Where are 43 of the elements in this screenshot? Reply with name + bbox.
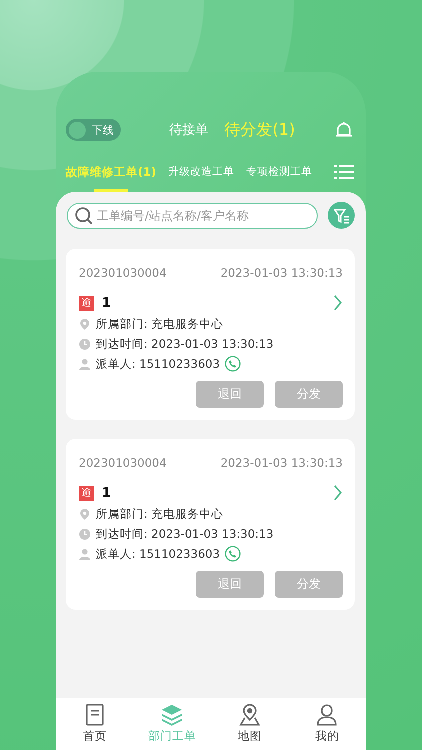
order-time: 2023-01-03 13:30:13 bbox=[220, 266, 343, 280]
arrival-time: 到达时间: 2023-01-03 13:30:13 bbox=[96, 336, 274, 352]
order-number: 202301030004 bbox=[79, 456, 167, 470]
chevron-right-icon[interactable] bbox=[333, 485, 343, 501]
location-pin-icon bbox=[79, 508, 91, 520]
filter-icon bbox=[334, 208, 350, 224]
tab[interactable]: 待分发(1) bbox=[224, 120, 296, 140]
order-time: 2023-01-03 13:30:13 bbox=[220, 456, 343, 470]
nav-tab[interactable]: 我的 bbox=[288, 698, 366, 750]
order-number: 202301030004 bbox=[79, 266, 167, 280]
bell-icon[interactable] bbox=[334, 120, 354, 140]
overdue-badge: 逾 bbox=[79, 296, 94, 310]
nav-tab[interactable]: 地图 bbox=[211, 698, 288, 750]
dispatcher-phone: 派单人: 15110233603 bbox=[96, 546, 220, 562]
phone-icon[interactable] bbox=[225, 356, 242, 372]
nav-tab[interactable]: 部门工单 bbox=[134, 698, 211, 750]
person-icon bbox=[316, 704, 338, 726]
overdue-badge: 逾 bbox=[79, 486, 94, 500]
person-icon bbox=[79, 358, 91, 370]
dispatcher-phone: 派单人: 15110233603 bbox=[96, 356, 220, 372]
menu-icon[interactable] bbox=[334, 164, 354, 180]
document-icon bbox=[84, 704, 106, 726]
tab[interactable]: 升级改造工单 bbox=[168, 152, 235, 192]
tab[interactable]: 故障维修工单(1) bbox=[66, 152, 157, 192]
tab[interactable]: 待接单 bbox=[170, 121, 209, 139]
nav-tab[interactable]: 首页 bbox=[56, 698, 134, 750]
department-label: 所属部门: 充电服务中心 bbox=[96, 506, 224, 522]
map-pin-icon bbox=[238, 704, 261, 726]
phone-icon[interactable] bbox=[225, 546, 242, 562]
filter-button[interactable] bbox=[328, 202, 355, 229]
person-icon bbox=[79, 548, 91, 560]
arrival-time: 到达时间: 2023-01-03 13:30:13 bbox=[96, 526, 274, 542]
clock-icon bbox=[79, 528, 91, 540]
location-pin-icon bbox=[79, 318, 91, 330]
chevron-right-icon[interactable] bbox=[333, 295, 343, 311]
tab[interactable]: 专项检测工单 bbox=[246, 152, 313, 192]
search-field[interactable]: 工单编号/站点名称/客户名称 bbox=[67, 202, 318, 228]
order-count: 1 bbox=[102, 486, 112, 500]
status-toggle[interactable]: 下线 bbox=[66, 119, 121, 141]
department-label: 所属部门: 充电服务中心 bbox=[96, 316, 224, 332]
layers-icon bbox=[161, 704, 184, 726]
clock-icon bbox=[79, 338, 91, 350]
order-count: 1 bbox=[102, 296, 112, 310]
